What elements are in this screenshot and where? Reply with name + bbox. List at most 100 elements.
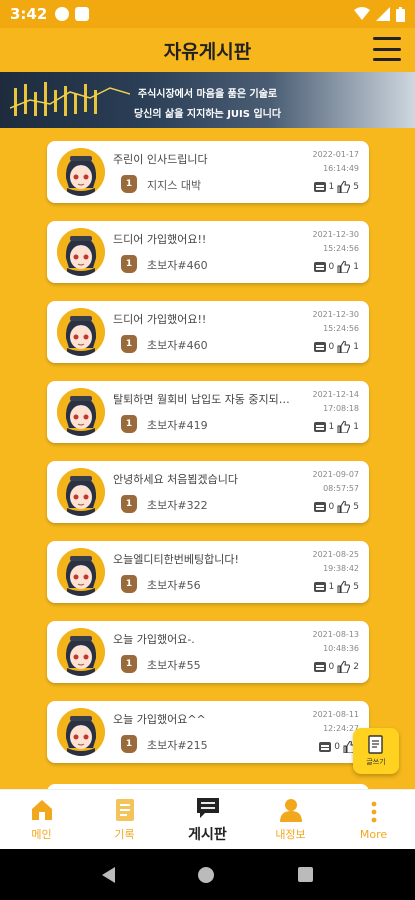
rank-badge-icon: 1 — [121, 255, 137, 273]
post-author: 초보자#322 — [147, 499, 208, 512]
app-header: 자유게시판 — [0, 28, 415, 72]
status-system-icons — [354, 6, 405, 22]
post-date: 2021-08-13 — [312, 630, 360, 639]
post-time: 17:08:18 — [323, 404, 359, 413]
comment-count: 0 — [328, 662, 335, 672]
comment-count: 1 — [328, 182, 335, 192]
post-author: 초보자#56 — [147, 579, 201, 592]
post-title: 안녕하세요 처음뵙겠습니다 — [113, 473, 238, 486]
rank-badge-icon: 1 — [121, 335, 137, 353]
post-title: 드디어 가입했어요!! — [113, 233, 207, 246]
post-stats: 15 — [313, 581, 359, 593]
post-time: 16:14:49 — [323, 164, 359, 173]
post-date: 2021-12-30 — [312, 230, 360, 239]
avatar — [57, 228, 105, 276]
comment-icon — [313, 422, 326, 432]
nav-item-main[interactable]: 메인 — [0, 790, 83, 849]
post-date: 2021-12-14 — [312, 390, 360, 399]
nav-label-board: 게시판 — [188, 827, 227, 843]
nav-label-main: 메인 — [31, 828, 52, 841]
comment-count: 1 — [328, 582, 335, 592]
avatar — [57, 628, 105, 676]
nav-label-record: 기록 — [114, 828, 135, 841]
post-title: 탈퇴하면 월회비 납입도 자동 중지되나... — [113, 393, 293, 406]
signal-icon — [376, 7, 390, 21]
post-title: 오늘 가입했어요^^ — [113, 713, 206, 726]
post-card[interactable]: 오늘 가입했어요^^ 1 초보자#215 2021-08-11 12:24:27 0 — [47, 701, 369, 763]
avatar — [57, 548, 105, 596]
status-notification-icons — [55, 7, 90, 21]
post-time: 15:24:56 — [323, 324, 359, 333]
comment-icon — [313, 342, 326, 352]
nav-item-board[interactable]: 게시판 — [166, 790, 249, 849]
system-recents-icon[interactable] — [298, 867, 314, 882]
banner-line-1: 주식시장에서 마음을 품은 기술로 — [137, 89, 278, 100]
battery-icon — [396, 6, 405, 22]
rank-badge-icon: 1 — [121, 175, 137, 193]
post-title: 오늘 가입했어요-. — [113, 633, 195, 646]
system-navigation-bar — [0, 849, 415, 900]
post-author: 초보자#460 — [147, 259, 208, 272]
like-icon[interactable] — [337, 261, 351, 273]
like-icon[interactable] — [337, 181, 351, 193]
like-icon[interactable] — [337, 421, 351, 433]
bottom-navigation: 메인 기록 게시판 내정보 More — [0, 789, 415, 849]
avatar — [57, 388, 105, 436]
post-time: 10:48:36 — [323, 644, 359, 653]
avatar — [57, 148, 105, 196]
post-stats: 05 — [313, 501, 359, 513]
post-card[interactable]: 탈퇴하면 월회비 납입도 자동 중지되나... 1 초보자#419 2021-12-1… — [47, 381, 369, 443]
comment-count: 0 — [328, 342, 335, 352]
comment-icon — [313, 662, 326, 672]
system-back-icon[interactable] — [101, 866, 115, 883]
rank-badge-icon: 1 — [121, 735, 137, 753]
notification-app-icon — [55, 7, 70, 21]
post-card[interactable]: 오늘 가입했어요-. 1 초보자#55 2021-08-13 10:48:36 0 2 — [47, 621, 369, 683]
write-button-label: 글쓰기 — [366, 758, 386, 766]
post-card[interactable]: 드디어 가입했어요!! 1 초보자#460 2021-12-30 15:24:56 0 1 — [47, 301, 369, 363]
post-date: 2021-08-25 — [312, 550, 360, 559]
post-stats: 01 — [313, 341, 359, 353]
post-time: 08:57:57 — [323, 484, 359, 493]
post-date: 2021-09-07 — [312, 470, 360, 479]
page-title: 자유게시판 — [163, 40, 252, 63]
more-icon — [371, 801, 376, 822]
post-card[interactable]: 안녕하세요 처음뵙겠습니다 1 초보자#322 2021-09-07 08:57:57 0… — [47, 461, 369, 523]
post-author: 지지스 대박 — [147, 179, 202, 192]
status-time: 3:42 — [10, 5, 48, 23]
post-date: 2021-12-30 — [312, 310, 360, 319]
post-card[interactable]: 주린이 인사드립니다 1 지지스 대박 2022-01-17 16:14:49 1 5 — [47, 141, 369, 203]
like-icon[interactable] — [337, 661, 351, 673]
post-stats: 01 — [313, 261, 359, 273]
post-title: 주린이 인사드립니다 — [113, 153, 208, 166]
promo-banner[interactable]: 주식시장에서 마음을 품은 기술로 당신의 삶을 지지하는 JUIS 입니다 — [0, 72, 415, 128]
write-button[interactable]: 글쓰기 — [353, 728, 399, 774]
like-icon[interactable] — [337, 341, 351, 353]
post-author: 초보자#55 — [147, 659, 201, 672]
post-card[interactable]: 드디어 가입했어요!! 1 초보자#460 2021-12-30 15:24:56 0 1 — [47, 221, 369, 283]
banner-line-2: 당신의 삶을 지지하는 JUIS 입니다 — [133, 109, 282, 120]
post-author: 초보자#460 — [147, 339, 208, 352]
system-home-icon[interactable] — [198, 866, 215, 883]
comment-icon — [313, 262, 326, 272]
comment-icon — [313, 502, 326, 512]
like-count: 5 — [353, 502, 359, 512]
like-icon[interactable] — [337, 581, 351, 593]
like-count: 1 — [353, 422, 359, 432]
avatar — [57, 468, 105, 516]
like-icon[interactable] — [337, 501, 351, 513]
nav-item-record[interactable]: 기록 — [83, 790, 166, 849]
rank-badge-icon: 1 — [121, 495, 137, 513]
like-count: 5 — [353, 582, 359, 592]
menu-icon[interactable] — [373, 37, 401, 61]
post-stats: 11 — [313, 421, 359, 433]
like-count: 1 — [353, 342, 359, 352]
nav-item-more[interactable]: More — [332, 790, 415, 849]
post-author: 초보자#215 — [147, 739, 208, 752]
avatar — [57, 708, 105, 756]
comment-icon — [313, 582, 326, 592]
post-card[interactable]: 오늘엘디티한번베팅합니다! 1 초보자#56 2021-08-25 19:38:42 1 5 — [47, 541, 369, 603]
nav-item-profile[interactable]: 내정보 — [249, 790, 332, 849]
like-count: 1 — [353, 262, 359, 272]
notification-file-icon — [75, 7, 90, 21]
